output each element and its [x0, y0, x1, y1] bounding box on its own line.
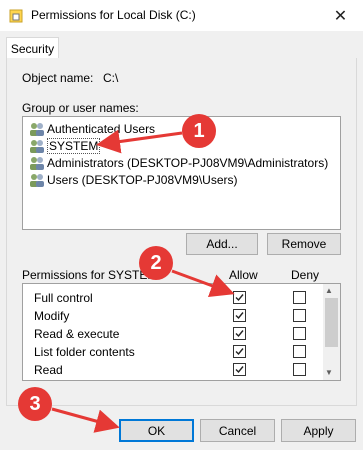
annotation-arrows — [51, 129, 235, 433]
arrow-to-system — [96, 129, 183, 154]
arrow-to-full-control — [171, 269, 235, 298]
step-badge-3: 3 — [18, 387, 52, 421]
step-badge-1: 1 — [182, 114, 216, 148]
arrow-to-ok — [51, 407, 120, 433]
step-badge-2: 2 — [139, 246, 173, 280]
